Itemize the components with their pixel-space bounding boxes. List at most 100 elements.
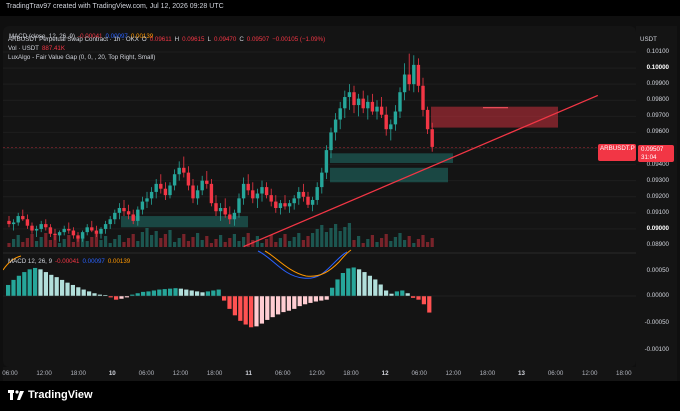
macd-histogram-bar [373, 279, 378, 296]
macd-histogram-bar [286, 296, 291, 311]
macd-histogram-bar [135, 293, 140, 296]
volume-bar [127, 238, 131, 247]
volume-bar [398, 233, 402, 247]
tradingview-logo-icon [8, 389, 24, 400]
candle-body [393, 111, 398, 125]
tradingview-logo-text: TradingView [28, 389, 93, 401]
macd-histogram-bar [184, 289, 189, 296]
candle-body [366, 101, 370, 109]
candle-body [278, 203, 283, 209]
macd-histogram-bar [70, 284, 75, 296]
volume-bar [269, 235, 273, 247]
fvg-zone-bearish [431, 106, 558, 128]
price-tick-label: 0.09100 [646, 208, 669, 216]
volume-bar [191, 237, 195, 247]
time-tick-label: 11 [245, 370, 252, 377]
macd-pane-name[interactable]: MACD 12, 26, 9 [8, 258, 52, 265]
volume-bar [113, 239, 117, 247]
high-value: 0.09615 [182, 36, 205, 43]
candle-body [269, 195, 273, 202]
time-axis[interactable]: 06:00 12:00 18:00 10 06:00 12:00 18:00 11 06:00 1… [2, 367, 677, 381]
volume-bar [196, 233, 200, 247]
macd-histogram-bar [405, 293, 410, 296]
macd-histogram-bar [243, 296, 248, 325]
time-tick-label: 12:00 [36, 370, 52, 377]
macd-tick-label: -0.00100 [644, 346, 669, 353]
macd-histogram-bar [49, 274, 54, 296]
time-tick-label: 06:00 [275, 370, 291, 377]
time-tick-label: 13 [518, 370, 525, 377]
candle-body [145, 198, 149, 202]
volume-bar [209, 243, 213, 247]
volume-bar [67, 235, 71, 247]
volume-label: Vol · USDT [8, 45, 39, 52]
price-chart-svg[interactable] [3, 26, 636, 367]
volume-bar [416, 239, 420, 247]
candle-body [384, 114, 388, 130]
macd-histogram-bar [367, 275, 372, 296]
candle-body [39, 224, 43, 229]
macd-histogram-bar [189, 290, 194, 296]
macd-histogram-bar [227, 296, 232, 309]
luxalgo-label[interactable]: LuxAlgo - Fair Value Gap (0, 0, , 20, To… [8, 54, 155, 61]
candle-body [44, 224, 48, 228]
volume-bar [301, 240, 305, 247]
candle-body [416, 64, 421, 86]
volume-bar [85, 241, 89, 247]
candle-body [76, 235, 80, 239]
macd-histogram-bar [313, 296, 318, 302]
time-tick-label: 18:00 [206, 370, 223, 377]
volume-bar [99, 240, 103, 247]
volume-bar [140, 232, 144, 247]
macd-histogram-bar [351, 267, 356, 296]
candle-body [246, 183, 250, 191]
candle-body [292, 198, 296, 204]
luxalgo-legend[interactable]: LuxAlgo - Fair Value Gap (0, 0, , 20, To… [8, 54, 158, 61]
last-price-box: 0.09507 31:04 [638, 145, 674, 162]
macd-tick-label: 0.00000 [646, 292, 669, 299]
macd-histogram-bar [421, 296, 426, 305]
volume-bar [366, 239, 370, 247]
candle-body [71, 230, 76, 236]
macd-histogram-bar [54, 277, 59, 296]
macd-histogram-bar [60, 279, 65, 296]
candle-body [85, 227, 89, 233]
low-label: L [207, 36, 211, 43]
volume-bar [320, 225, 324, 247]
macd-histogram-bar [173, 288, 178, 296]
macd-histogram-bar [87, 291, 92, 296]
candle-body [99, 228, 103, 234]
candle-body [131, 214, 135, 221]
volume-bar [357, 236, 361, 247]
macd-histogram-bar [114, 296, 119, 300]
volume-bar [430, 238, 434, 247]
volume-legend[interactable]: Vol · USDT 887.41K [8, 45, 68, 52]
price-tick-label: 0.09800 [646, 96, 669, 104]
currency-label[interactable]: USDT [640, 36, 657, 43]
macd-histogram-bar [346, 268, 351, 296]
price-axis[interactable]: 0.10100 0.10000 0.09900 0.09800 0.09700 0.096… [636, 26, 677, 367]
time-tick-label: 12:00 [581, 370, 598, 377]
candle-body [186, 172, 191, 186]
macd-histogram-bar [22, 272, 27, 296]
volume-bar [71, 242, 75, 247]
candle-body [430, 129, 434, 147]
macd-pane-legend[interactable]: MACD 12, 26, 9 -0.00041 0.00097 0.00139 [8, 258, 133, 265]
trendline [243, 94, 599, 248]
macd-histogram-bar [232, 296, 237, 316]
candle-body [191, 185, 195, 199]
volume-bar [338, 231, 342, 247]
open-value: 0.09611 [149, 36, 172, 43]
symbol-legend[interactable]: ARBUSDT Perpetual Swap Contract · 1h · O… [8, 36, 328, 43]
volume-bar [343, 227, 347, 247]
candle-body [251, 190, 255, 199]
chart-pane[interactable]: MACD (close, 12, 26, 9) -0.00041 0.00097 0.… [3, 26, 636, 367]
macd-histogram-bar [146, 291, 151, 296]
macd-histogram-bar [324, 296, 329, 300]
volume-bar [35, 241, 39, 247]
volume-bar [329, 228, 333, 247]
tradingview-logo[interactable]: TradingView [8, 389, 93, 401]
volume-bar [283, 234, 287, 247]
macd-histogram-bar [335, 279, 340, 296]
symbol-name[interactable]: ARBUSDT Perpetual Swap Contract · 1h · O… [8, 36, 139, 43]
